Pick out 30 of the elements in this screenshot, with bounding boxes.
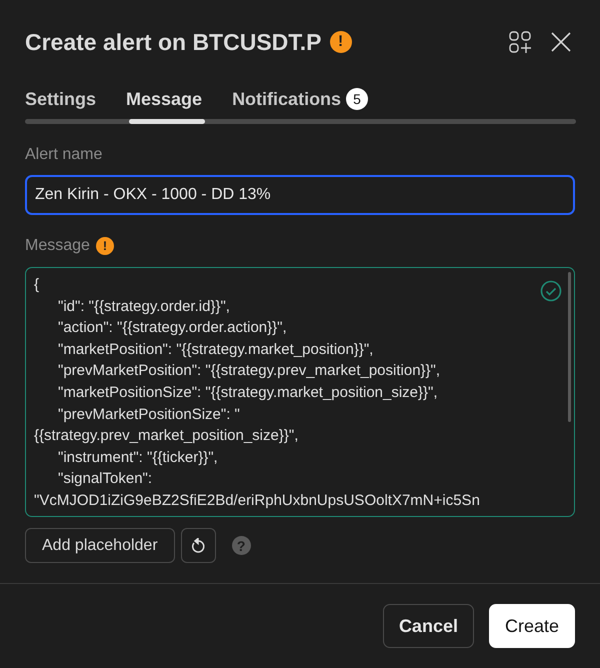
- dialog-title: Create alert on BTCUSDT.P: [25, 28, 322, 56]
- code-line: "id": "{{strategy.order.id}}",: [57, 296, 230, 317]
- tab[interactable]: Message: [126, 88, 202, 110]
- reset-button[interactable]: [180, 528, 216, 563]
- alert-name-field[interactable]: Zen Kirin - OKX - 1000 - DD 13%: [25, 175, 575, 215]
- check-icon: [540, 280, 562, 302]
- close-icon[interactable]: [550, 31, 572, 53]
- field-label: Message: [25, 237, 90, 255]
- code-line: {: [34, 275, 40, 295]
- cancel-button[interactable]: Cancel: [382, 604, 474, 648]
- code-line: "marketPosition": "{{strategy.market_position}}",: [57, 340, 374, 360]
- code-line: "instrument": "{{ticker}}",: [57, 448, 218, 468]
- tab[interactable]: Notifications 5: [232, 88, 368, 110]
- code-line: "marketPositionSize": "{{strategy.market_position_size}}",: [57, 382, 438, 403]
- tab[interactable]: Settings: [25, 88, 96, 110]
- add-placeholder-button[interactable]: Add placeholder: [25, 528, 175, 563]
- code-line: "prevMarketPositionSize": ": [57, 404, 240, 425]
- code-line: {{strategy.prev_market_position_size}}",: [34, 426, 298, 446]
- message-field[interactable]: [25, 267, 575, 517]
- code-line: "action": "{{strategy.order.action}}",: [57, 318, 287, 338]
- warning-icon: !: [330, 31, 352, 53]
- reset-icon: [190, 538, 206, 554]
- count-badge: 5: [346, 88, 368, 110]
- code-line: "prevMarketPosition": "{{strategy.prev_market_position}}",: [57, 361, 440, 382]
- add-widget-icon[interactable]: [509, 31, 531, 53]
- warning-icon: !: [96, 237, 114, 255]
- code-line: "signalToken":: [57, 469, 152, 490]
- create-button[interactable]: Create: [488, 604, 575, 648]
- field-label: Alert name: [25, 146, 102, 164]
- code-line: "VcMJOD1iZiG9eBZ2SfiE2Bd/eriRphUxbnUpsUSOoltX7mN+ic5Sn: [34, 490, 480, 511]
